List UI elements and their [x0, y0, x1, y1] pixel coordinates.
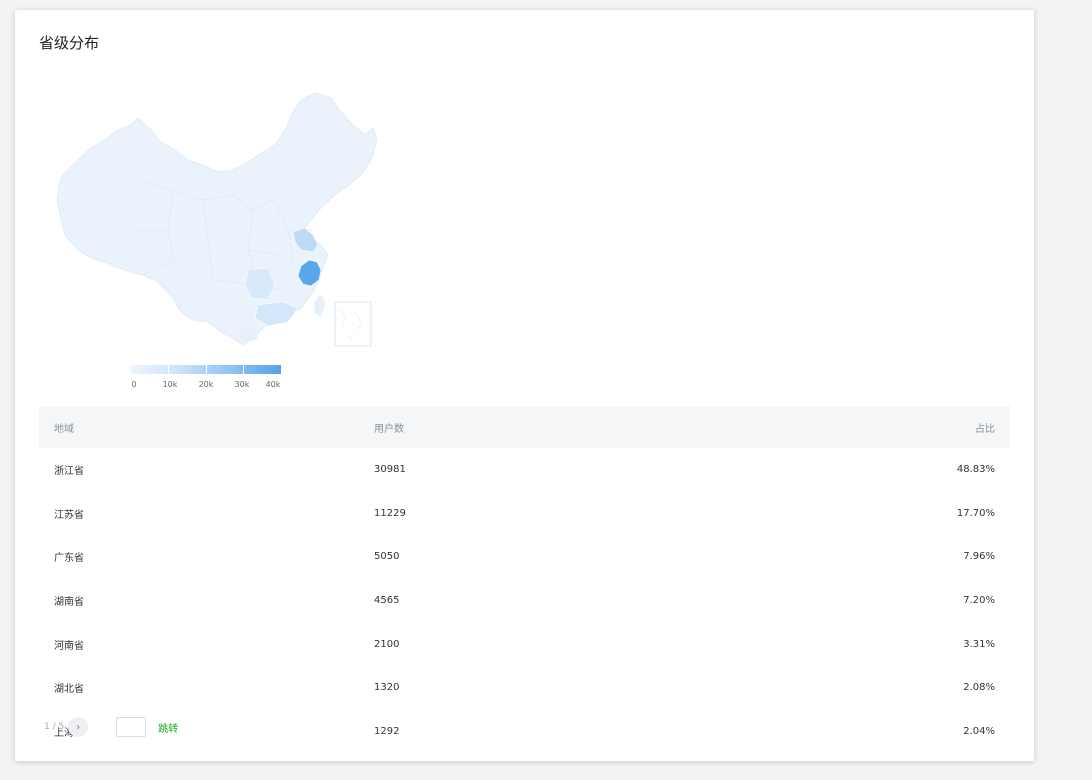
page-info: 1 / 5: [44, 722, 65, 732]
cell-region: 湖南省: [54, 597, 84, 609]
table-header: 地域 用户数 占比: [39, 406, 1010, 448]
header-users[interactable]: 用户数: [374, 420, 810, 435]
map-legend: 0 10k 20k 30k 40k: [131, 365, 281, 395]
cell-users: 11229: [374, 507, 406, 519]
table-row: 上海 1292 2.04%: [39, 710, 1010, 754]
cell-region: 浙江省: [54, 466, 84, 478]
cell-users: 1320: [374, 682, 400, 694]
next-page-button[interactable]: ›: [68, 717, 89, 737]
table-row: 江苏省 11229 17.70%: [39, 492, 1010, 536]
cell-users: 4565: [374, 595, 400, 607]
taiwan-island: [314, 294, 326, 317]
cell-region: 湖北省: [54, 684, 84, 696]
legend-label: 0: [131, 380, 137, 389]
legend-tick: [168, 365, 169, 374]
cell-users: 5050: [374, 551, 400, 563]
cell-users: 30981: [374, 464, 406, 476]
legend-label: 20k: [198, 380, 214, 389]
legend-tick: [206, 365, 207, 374]
chevron-right-icon: ›: [76, 721, 81, 733]
page-number-input[interactable]: [116, 717, 147, 737]
table-row: 湖北省 1320 2.08%: [39, 666, 1010, 710]
cell-region: 江苏省: [54, 509, 84, 521]
cell-percent: 2.04%: [963, 725, 995, 737]
cell-percent: 7.20%: [963, 595, 995, 607]
card-title: 省级分布: [39, 34, 100, 52]
cell-percent: 3.31%: [963, 638, 995, 650]
header-region[interactable]: 地域: [39, 420, 374, 435]
cell-region: 广东省: [54, 553, 84, 565]
cell-percent: 7.96%: [963, 551, 995, 563]
china-mainland-shape: [56, 92, 378, 346]
legend-label: 30k: [234, 380, 250, 389]
province-distribution-card: 省级分布 0 10k 20k 30k 40k 地域 用户数 占比 浙江省 309…: [15, 10, 1034, 761]
pagination: 1 / 5 › 跳转: [44, 716, 178, 738]
table-row: 湖南省 4565 7.20%: [39, 579, 1010, 623]
legend-gradient-bar: [131, 365, 281, 374]
legend-label: 40k: [265, 380, 281, 389]
cell-percent: 17.70%: [956, 507, 995, 519]
cell-percent: 2.08%: [963, 682, 995, 694]
header-percent[interactable]: 占比: [810, 420, 1010, 435]
table-row: 河南省 2100 3.31%: [39, 622, 1010, 666]
legend-tick: [243, 365, 244, 374]
table-row: 浙江省 30981 48.83%: [39, 448, 1010, 492]
province-table: 地域 用户数 占比 浙江省 30981 48.83% 江苏省 11229 17.…: [39, 406, 1010, 753]
cell-users: 1292: [374, 725, 400, 737]
south-sea-islands: [340, 309, 362, 341]
china-map: [56, 92, 378, 347]
table-row: 广东省 5050 7.96%: [39, 535, 1010, 579]
cell-region: 河南省: [54, 640, 84, 652]
jump-button[interactable]: 跳转: [158, 720, 178, 735]
cell-percent: 48.83%: [956, 464, 995, 476]
south-sea-inset: [334, 301, 372, 347]
legend-label: 10k: [162, 380, 178, 389]
cell-users: 2100: [374, 638, 400, 650]
